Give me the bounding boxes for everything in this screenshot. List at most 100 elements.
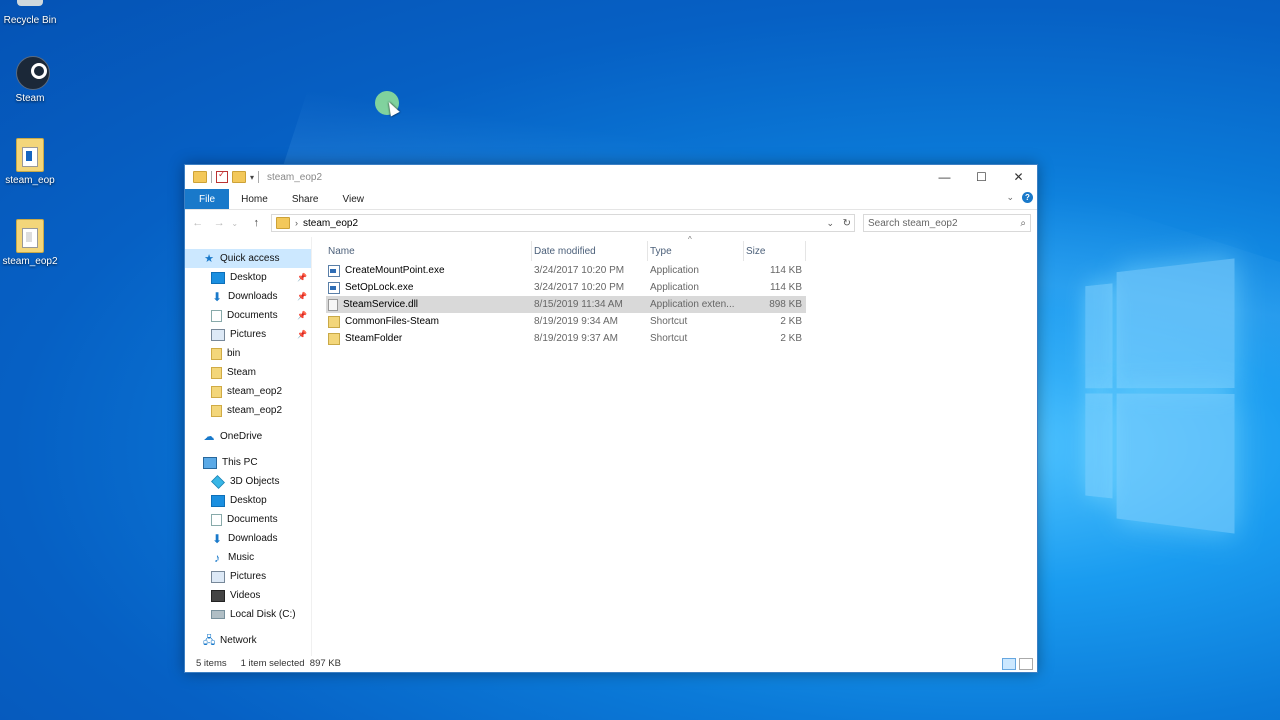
file-date: 8/19/2019 9:37 AM [534,333,618,344]
tab-view[interactable]: View [331,189,377,209]
tab-file[interactable]: File [185,189,230,209]
nav-item-documents[interactable]: Documents 📌 [185,306,311,325]
desktop-icon-recycle-bin[interactable]: Recycle Bin [0,0,62,26]
breadcrumb-current[interactable]: steam_eop2 [303,218,358,229]
nav-item-local-disk[interactable]: Local Disk (C:) [185,605,311,624]
nav-item-music[interactable]: ♪ Music [185,548,311,567]
nav-item-pc-desktop[interactable]: Desktop [185,491,311,510]
column-header-size[interactable]: Size [744,241,806,261]
tab-home[interactable]: Home [229,189,280,209]
nav-quick-access[interactable]: ★ Quick access [185,249,311,268]
title-bar[interactable]: ▾ steam_eop2 — ☐ ✕ [185,165,1037,189]
file-name: CommonFiles-Steam [345,316,439,327]
back-arrow-icon[interactable]: ← [191,217,205,229]
hard-drive-icon [211,610,225,619]
minimize-button[interactable]: — [926,165,963,189]
window-title: steam_eop2 [267,171,323,183]
document-icon [211,309,222,322]
status-bar: 5 items 1 item selected 897 KB [185,654,1037,672]
breadcrumb-chevron-icon[interactable]: › [295,218,298,228]
pin-icon: 📌 [297,292,307,301]
table-row[interactable]: CreateMountPoint.exe 3/24/2017 10:20 PM Ap… [326,262,806,279]
desktop-icon [211,494,225,507]
new-folder-icon[interactable] [232,171,246,183]
sort-arrow-icon: ^ [688,235,692,244]
file-type: Application [650,265,699,276]
refresh-icon[interactable]: ↻ [843,218,851,229]
pictures-icon [211,328,225,341]
desktop-icon-steam-eop[interactable]: steam_eop [0,138,62,186]
table-row[interactable]: SetOpLock.exe 3/24/2017 10:20 PM Applicati… [326,279,806,296]
tab-share[interactable]: Share [280,189,331,209]
music-note-icon: ♪ [214,550,220,565]
expand-ribbon-chevron-icon[interactable]: ⌄ [1006,192,1014,203]
folder-icon [16,219,44,253]
column-header-name[interactable]: Name [326,241,532,261]
cloud-icon: ☁ [203,430,215,443]
file-explorer-window: ▾ steam_eop2 — ☐ ✕ File Home Share View … [184,164,1038,673]
nav-network[interactable]: 🖧 Network [185,631,311,650]
nav-item-pc-documents[interactable]: Documents [185,510,311,529]
address-dropdown-icon[interactable]: ⌄ [826,218,834,229]
recent-locations-chevron-icon[interactable]: ⌄ [228,219,242,228]
help-icon[interactable]: ? [1022,192,1033,203]
nav-item-downloads[interactable]: ⬇ Downloads 📌 [185,287,311,306]
table-row[interactable]: SteamFolder 8/19/2019 9:37 AM Shortcut 2 KB [326,330,806,347]
nav-item-steam-eop2[interactable]: steam_eop2 [185,382,311,401]
table-row[interactable]: CommonFiles-Steam 8/19/2019 9:34 AM Shortc… [326,313,806,330]
file-type: Shortcut [650,316,688,327]
column-header-date[interactable]: Date modified [532,241,648,261]
network-icon: 🖧 [203,634,216,647]
desktop-icon-steam-eop2[interactable]: steam_eop2 [0,219,62,267]
column-header-type[interactable]: ^ Type [648,235,744,261]
star-icon: ★ [204,252,214,265]
forward-arrow-icon[interactable]: → [213,217,227,229]
folder-icon [276,217,290,229]
folder-icon [211,347,222,360]
navigation-pane: ★ Quick access Desktop 📌 ⬇ Downloads 📌 D… [185,237,312,656]
customize-toolbar-chevron-icon[interactable]: ▾ [250,173,254,182]
nav-item-pc-downloads[interactable]: ⬇ Downloads [185,529,311,548]
file-list: Name Date modified ^ Type Size CreateMou… [312,235,1037,656]
quick-access-toolbar: ▾ [193,169,260,183]
computer-icon [203,456,217,469]
close-button[interactable]: ✕ [1000,165,1037,189]
search-icon: ⌕ [1020,217,1026,229]
selection-info: 1 item selected 897 KB [240,657,341,669]
nav-item-pictures[interactable]: Pictures 📌 [185,325,311,344]
address-row: ← → ⌄ ↑ › steam_eop2 ⌄ ↻ Search steam_eo… [185,210,1037,236]
3d-objects-icon [211,474,225,489]
steam-icon [16,56,50,90]
file-name: SetOpLock.exe [345,282,414,293]
nav-item-steam[interactable]: Steam [185,363,311,382]
search-input[interactable]: Search steam_eop2 ⌕ [863,214,1031,232]
nav-this-pc[interactable]: This PC [185,453,311,472]
document-icon [211,513,222,526]
large-icons-view-button[interactable] [1019,658,1033,670]
nav-onedrive[interactable]: ☁ OneDrive [185,427,311,446]
nav-item-videos[interactable]: Videos [185,586,311,605]
dll-file-icon [328,298,338,311]
nav-item-bin[interactable]: bin [185,344,311,363]
file-date: 3/24/2017 10:20 PM [534,282,625,293]
desktop-icon-steam[interactable]: Steam [0,56,62,104]
properties-icon[interactable] [216,169,228,183]
folder-icon [211,366,222,379]
nav-item-3d-objects[interactable]: 3D Objects [185,472,311,491]
address-bar[interactable]: › steam_eop2 ⌄ ↻ [271,214,855,232]
nav-item-steam-eop2-2[interactable]: steam_eop2 [185,401,311,420]
nav-item-pc-pictures[interactable]: Pictures [185,567,311,586]
details-view-button[interactable] [1002,658,1016,670]
up-arrow-icon[interactable]: ↑ [250,217,264,229]
table-row[interactable]: SteamService.dll 8/15/2019 11:34 AM Applic… [326,296,806,313]
maximize-button[interactable]: ☐ [963,165,1000,189]
shortcut-folder-icon [328,315,340,328]
file-size: 114 KB [769,265,802,276]
file-type: Application exten... [650,299,735,310]
nav-item-desktop[interactable]: Desktop 📌 [185,268,311,287]
file-size: 898 KB [769,299,802,310]
application-icon [328,281,340,294]
file-name: SteamService.dll [343,299,419,310]
ribbon-tabs: File Home Share View ⌄ ? [185,189,1037,210]
file-date: 8/15/2019 11:34 AM [534,299,623,310]
